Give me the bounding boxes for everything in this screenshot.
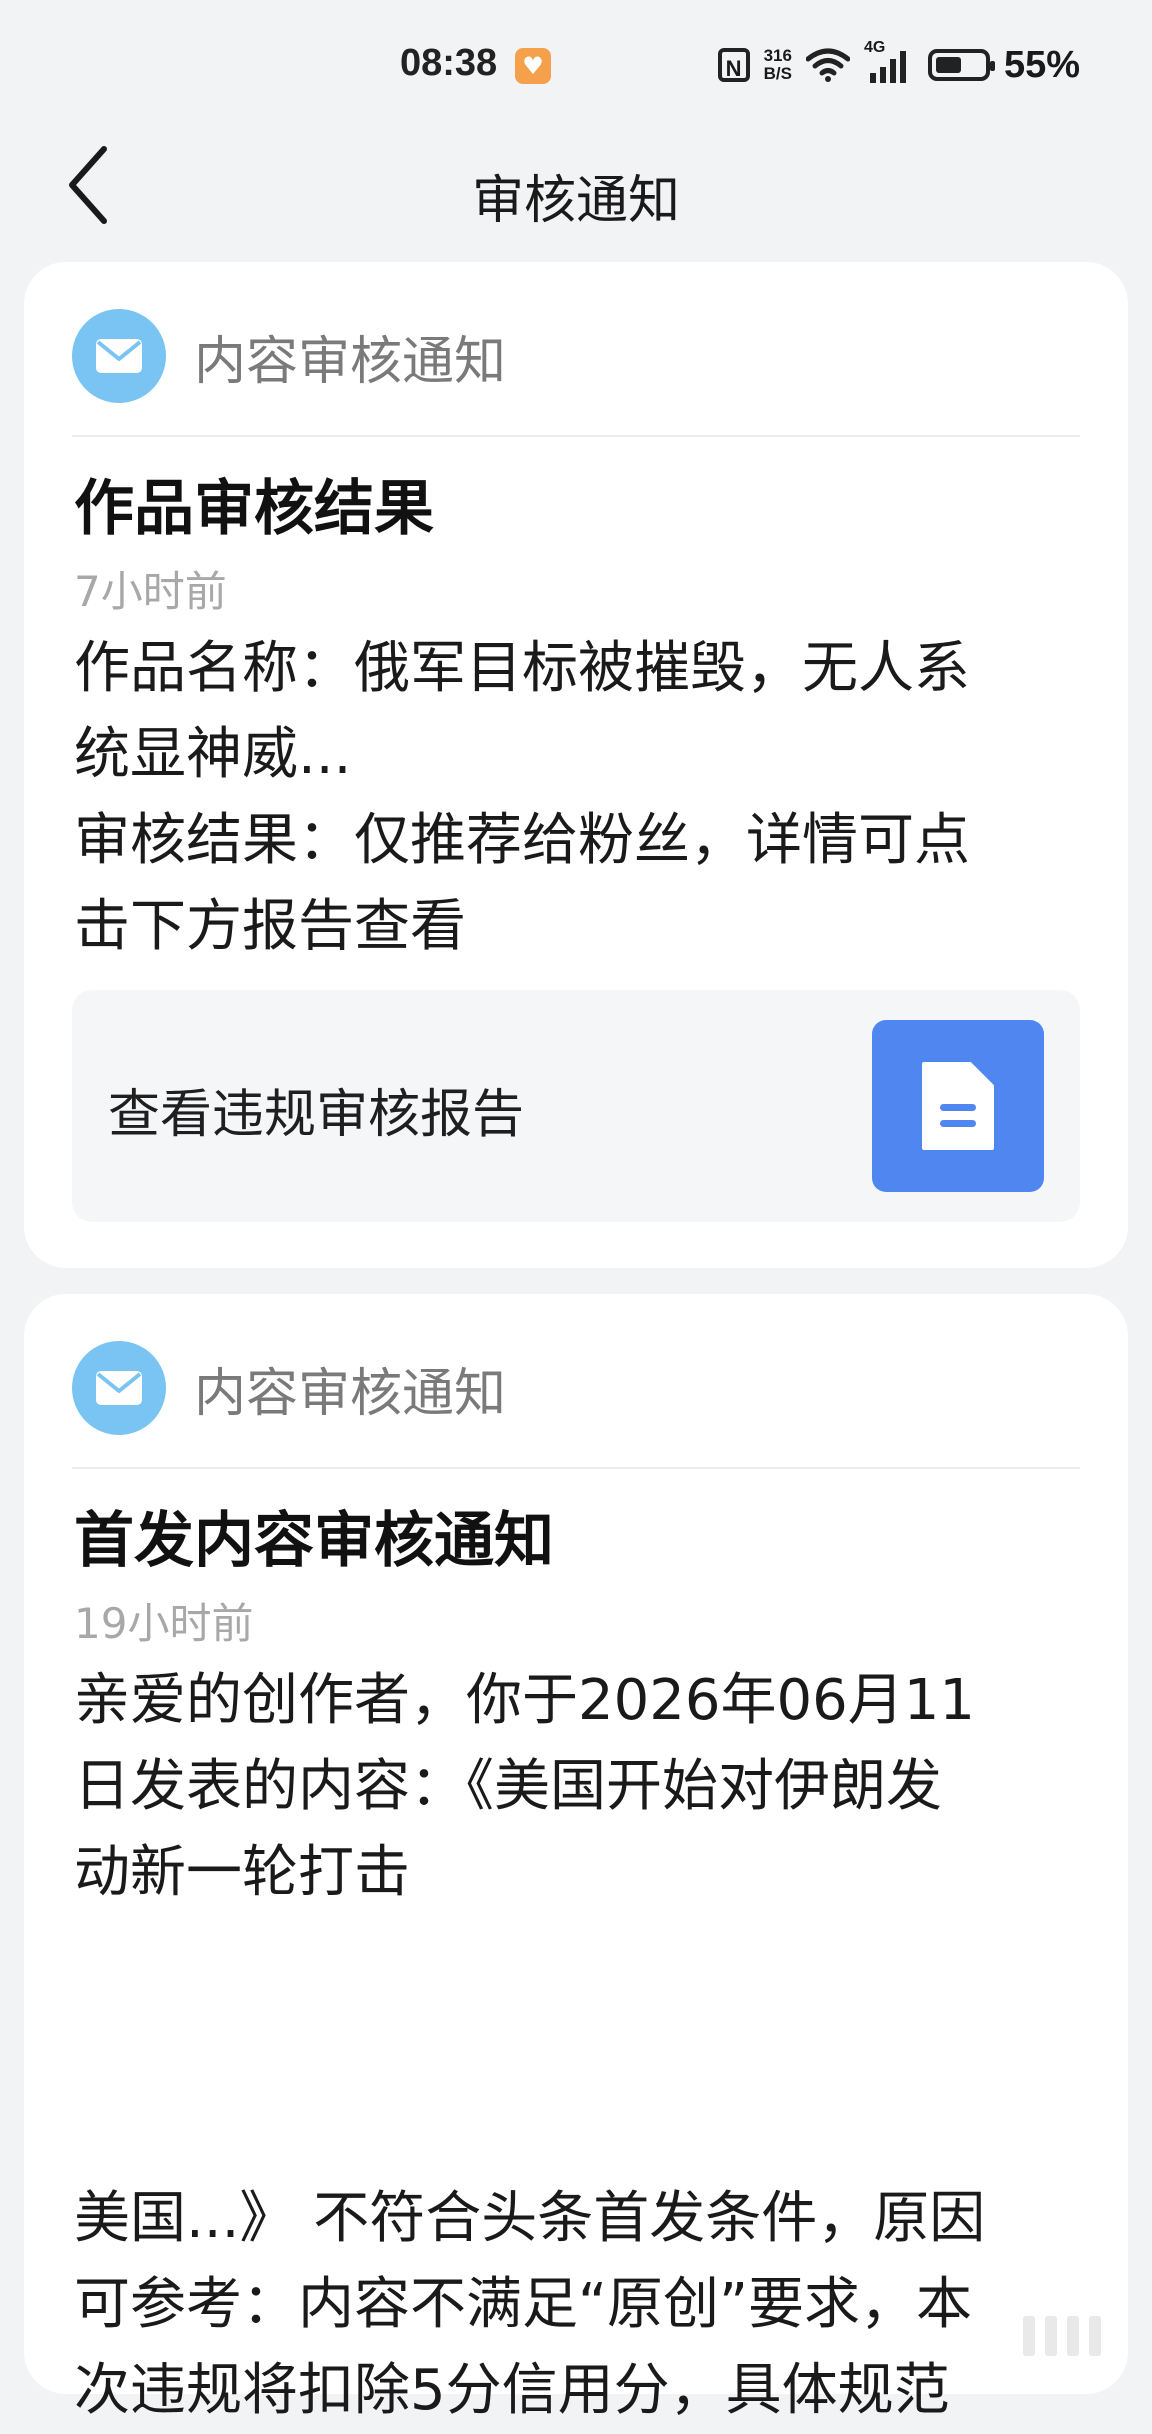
network-speed-value: 316 xyxy=(763,46,792,65)
body-line: 次违规将扣除5分信用分，具体规范 xyxy=(74,2358,950,2423)
status-icons: N 316 B/S 4G 55% xyxy=(717,39,1080,90)
battery-cap xyxy=(989,61,995,71)
document-icon xyxy=(872,1020,1044,1192)
card-body: 作品名称：俄军目标被摧毁，无人系 统显神威... 审核结果：仅推荐给粉丝，详情可… xyxy=(74,626,1094,970)
signal-icon xyxy=(869,51,906,83)
body-line: 亲爱的创作者，你于2026年06月11 xyxy=(74,1668,976,1733)
wifi-icon xyxy=(805,48,850,82)
card-header: 内容审核通知 xyxy=(72,1340,1080,1436)
body-line: 审核结果：仅推荐给粉丝，详情可点 xyxy=(74,808,970,873)
card-title: 作品审核结果 xyxy=(74,474,434,544)
card-header: 内容审核通知 xyxy=(72,308,1080,404)
notification-card[interactable]: 内容审核通知 作品审核结果 7小时前 作品名称：俄军目标被摧毁，无人系 统显神威… xyxy=(24,262,1128,1268)
card-source: 内容审核通知 xyxy=(194,1363,507,1424)
report-label: 查看违规审核报告 xyxy=(108,1085,525,1145)
divider xyxy=(72,1467,1080,1469)
nav-bar: 审核通知 xyxy=(0,130,1152,240)
mail-icon xyxy=(72,309,166,403)
page-title: 审核通知 xyxy=(471,171,680,231)
battery-icon xyxy=(927,49,995,81)
network-speed-unit: B/S xyxy=(763,64,792,83)
battery-percent: 55% xyxy=(1003,43,1080,86)
status-bar: 08:38 ♥ N 316 B/S 4G 55% xyxy=(0,0,1152,120)
health-app-icon: ♥ xyxy=(515,48,551,84)
body-line: 统显神威... xyxy=(74,722,352,787)
divider xyxy=(72,435,1080,437)
body-line: 作品名称：俄军目标被摧毁，无人系 xyxy=(74,636,970,701)
mail-icon xyxy=(72,1341,166,1435)
status-time: 08:38 xyxy=(400,42,498,84)
body-line: 可参考：内容不满足“原创”要求，本 xyxy=(74,2272,973,2337)
card-source: 内容审核通知 xyxy=(194,331,507,392)
card-body-continued: 美国...》 不符合头条首发条件，原因 可参考：内容不满足“原创”要求，本 次违… xyxy=(74,2176,1114,2434)
signal-group: 4G xyxy=(864,39,914,85)
body-line: 击下方报告查看 xyxy=(74,894,466,959)
card-timestamp: 7小时前 xyxy=(74,567,227,616)
card-body: 亲爱的创作者，你于2026年06月11 日发表的内容：《美国开始对伊朗发 动新一… xyxy=(74,1658,1094,1916)
body-line: 动新一轮打击 xyxy=(74,1840,410,1905)
card-title: 首发内容审核通知 xyxy=(74,1506,554,1576)
body-line: 美国...》 不符合头条首发条件，原因 xyxy=(74,2186,986,2251)
body-line: 日发表的内容：《美国开始对伊朗发 xyxy=(74,1754,942,1819)
battery-level xyxy=(935,57,961,73)
card-timestamp: 19小时前 xyxy=(74,1599,254,1648)
watermark xyxy=(982,2306,1142,2366)
view-report-button[interactable]: 查看违规审核报告 xyxy=(72,990,1080,1222)
nfc-icon: N xyxy=(717,48,750,82)
network-speed: 316 B/S xyxy=(764,47,792,83)
notification-card[interactable]: 内容审核通知 首发内容审核通知 19小时前 亲爱的创作者，你于2026年06月1… xyxy=(24,1294,1128,2423)
